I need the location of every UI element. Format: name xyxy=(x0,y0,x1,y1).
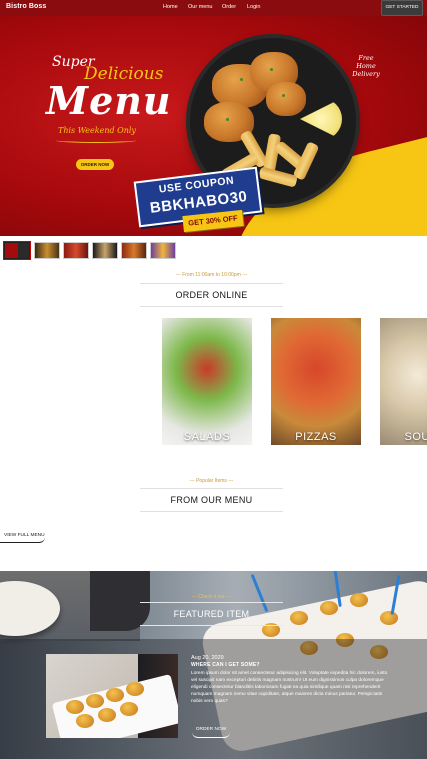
category-label: PIZZAS xyxy=(295,431,337,443)
carousel-thumbnail[interactable] xyxy=(92,242,118,259)
hero-title-menu: Menu xyxy=(46,78,172,123)
featured-description: Lorem ipsum dolor sit amet consectetur a… xyxy=(191,671,388,705)
carousel-thumbnail[interactable] xyxy=(121,242,147,259)
nav-link-order[interactable]: Order xyxy=(222,4,236,10)
our-menu-title: FROM OUR MENU xyxy=(140,488,283,512)
category-card-salads[interactable]: SALADS xyxy=(162,318,252,445)
nav-link-home[interactable]: Home xyxy=(163,4,178,10)
category-label: SOUPS xyxy=(404,431,427,443)
featured-section: --- Check it out --- FEATURED ITEM Aug 2… xyxy=(0,571,427,759)
category-card-soups[interactable]: SOUPS xyxy=(380,318,427,445)
carousel-thumbnail[interactable] xyxy=(63,242,89,259)
our-menu-subtitle: --- Popular Items --- xyxy=(189,478,234,484)
nav-link-our-menu[interactable]: Our menu xyxy=(188,4,212,10)
hero-title-weekend: This Weekend Only xyxy=(58,126,136,135)
featured-date: Aug 20, 2029 xyxy=(191,655,224,661)
carousel-thumbnail[interactable] xyxy=(34,242,60,259)
category-card-pizzas[interactable]: PIZZAS xyxy=(271,318,361,445)
featured-heading: WHERE CAN I GET SOME? xyxy=(191,662,260,668)
featured-order-now-button[interactable]: ORDER NOW xyxy=(192,723,230,738)
hero-order-now-button[interactable]: ORDER NOW xyxy=(76,159,114,170)
nav-link-login[interactable]: Login xyxy=(247,4,260,10)
featured-item-photo xyxy=(46,654,178,738)
featured-text-block: Aug 20, 2029 WHERE CAN I GET SOME? Lorem… xyxy=(191,655,391,705)
featured-subtitle: --- Check it out --- xyxy=(191,594,232,600)
top-navbar: Bistro Boss Home Our menu Order Login GE… xyxy=(0,0,427,16)
get-started-button[interactable]: GET STARTED xyxy=(381,0,423,16)
featured-title: FEATURED ITEM xyxy=(140,602,283,626)
hero-carousel-slide[interactable]: Super Delicious Menu This Weekend Only O… xyxy=(0,16,427,236)
category-label: SALADS xyxy=(183,431,231,443)
order-online-title: ORDER ONLINE xyxy=(140,283,283,307)
swash-divider xyxy=(56,138,136,143)
order-online-subtitle: --- From 11:00am to 10:00pm --- xyxy=(175,272,248,278)
carousel-thumbnail[interactable] xyxy=(150,242,176,259)
carousel-thumbnail[interactable] xyxy=(4,242,30,259)
brand-logo[interactable]: Bistro Boss xyxy=(6,3,46,10)
free-delivery-note: Free Home Delivery xyxy=(352,54,380,78)
view-full-menu-button[interactable]: VIEW FULL MENU xyxy=(0,529,45,543)
